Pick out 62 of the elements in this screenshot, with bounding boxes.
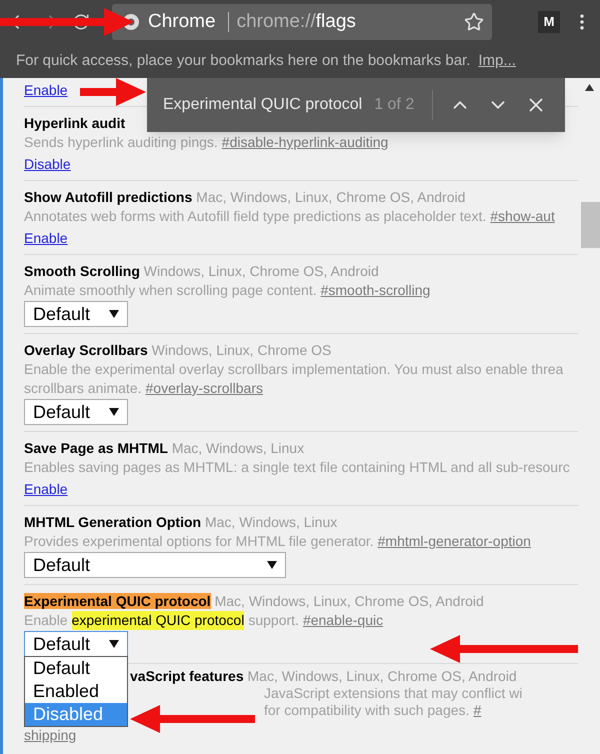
dropdown-select[interactable]: Default xyxy=(24,552,286,578)
flag-tag-link[interactable]: shipping xyxy=(24,727,76,744)
caret-icon xyxy=(109,408,119,416)
flag-title: vaScript features xyxy=(130,668,244,684)
flag-platforms: Mac, Windows, Linux xyxy=(204,514,338,530)
flag-description: Annotates web forms with Autofill field type predictions as placeholder text. xyxy=(24,207,486,226)
flag-description: scrollbars animate. xyxy=(24,379,142,398)
flag-platforms: Windows, Linux, Chrome OS, Android xyxy=(144,263,379,279)
flag-title: Overlay Scrollbars xyxy=(24,342,148,358)
flag-tag-link[interactable]: #smooth-scrolling xyxy=(320,281,430,300)
flag-platforms: Mac, Windows, Linux, Chrome OS, Android xyxy=(248,668,517,684)
annotation-arrow xyxy=(80,78,146,106)
flag-title: Show Autofill predictions xyxy=(24,189,192,205)
flag-action-link[interactable]: Enable xyxy=(24,81,68,100)
flag-title: Experimental QUIC protocol xyxy=(24,593,211,609)
import-link[interactable]: Imp... xyxy=(478,50,516,72)
flag-description: Enable xyxy=(24,611,68,630)
dropdown-select[interactable]: Default xyxy=(24,399,128,425)
dropdown-select[interactable]: Default xyxy=(24,631,128,657)
flag-description: Enables saving pages as MHTML: a single text file containing HTML and all sub-resourc xyxy=(24,458,570,477)
flag-tag-link[interactable]: #mhtml-generator-option xyxy=(378,532,531,551)
flag-tag-link[interactable]: #enable-quic xyxy=(302,611,384,630)
dropdown-select[interactable]: Default xyxy=(24,301,128,327)
bookmark-star-icon[interactable] xyxy=(464,12,484,32)
site-label: Chrome xyxy=(148,10,216,34)
flag-tag-link[interactable]: #show-aut xyxy=(490,207,555,226)
profile-badge[interactable]: M xyxy=(538,11,560,33)
flag-platforms: Windows, Linux, Chrome OS xyxy=(152,342,332,358)
dropdown-option[interactable]: Default xyxy=(25,657,127,680)
flag-description: Provides experimental options for MHTML file generator. xyxy=(24,532,374,551)
flag-platforms: Mac, Windows, Linux, Chrome OS, Android xyxy=(196,189,466,205)
flag-tag-link[interactable]: #overlay-scrollbars xyxy=(146,379,263,398)
flag-title: MHTML Generation Option xyxy=(24,514,202,530)
scroll-thumb[interactable] xyxy=(581,202,600,248)
caret-icon xyxy=(109,310,119,318)
bookmarks-hint: For quick access, place your bookmarks here on the bookmarks bar. xyxy=(16,50,470,71)
flag-description: Animate smoothly when scrolling page content. xyxy=(24,281,317,300)
caret-icon xyxy=(267,561,277,569)
search-match: experimental QUIC protocol xyxy=(72,611,244,630)
flag-title: Smooth Scrolling xyxy=(24,263,140,279)
dropdown-option[interactable]: Enabled xyxy=(25,680,127,703)
reload-icon[interactable] xyxy=(72,13,90,31)
flag-action-link[interactable]: Enable xyxy=(24,229,68,248)
flag-title: Hyperlink audit xyxy=(24,115,126,131)
caret-icon xyxy=(109,640,119,648)
flag-action-link[interactable]: Enable xyxy=(24,480,68,499)
flag-platforms: Mac, Windows, Linux, Chrome OS, Android xyxy=(214,593,484,609)
flag-tag-link[interactable]: #disable-hyperlink-auditing xyxy=(222,133,388,152)
scroll-up-icon[interactable] xyxy=(584,84,594,91)
find-count: 1 of 2 xyxy=(374,95,414,115)
address-bar[interactable]: Chrome chrome://flags xyxy=(112,4,492,40)
flag-platforms: Mac, Windows, Linux xyxy=(172,440,304,456)
find-query: Experimental QUIC protocol xyxy=(163,95,362,115)
flag-description: JavaScript extensions that may conflict wi xyxy=(264,685,522,702)
url-text: chrome://flags xyxy=(236,10,356,34)
flag-title: Save Page as MHTML xyxy=(24,440,168,456)
flag-action-link[interactable]: Disable xyxy=(24,155,71,174)
flag-description: support. xyxy=(248,611,299,630)
flag-tag-link[interactable]: # xyxy=(473,702,482,719)
flag-description: for compatibility with such pages. xyxy=(264,702,470,719)
flag-description: Enable the experimental overlay scrollbars implementation. You must also enable threa xyxy=(24,360,564,379)
flag-description: Sends hyperlink auditing pings. xyxy=(24,133,218,152)
